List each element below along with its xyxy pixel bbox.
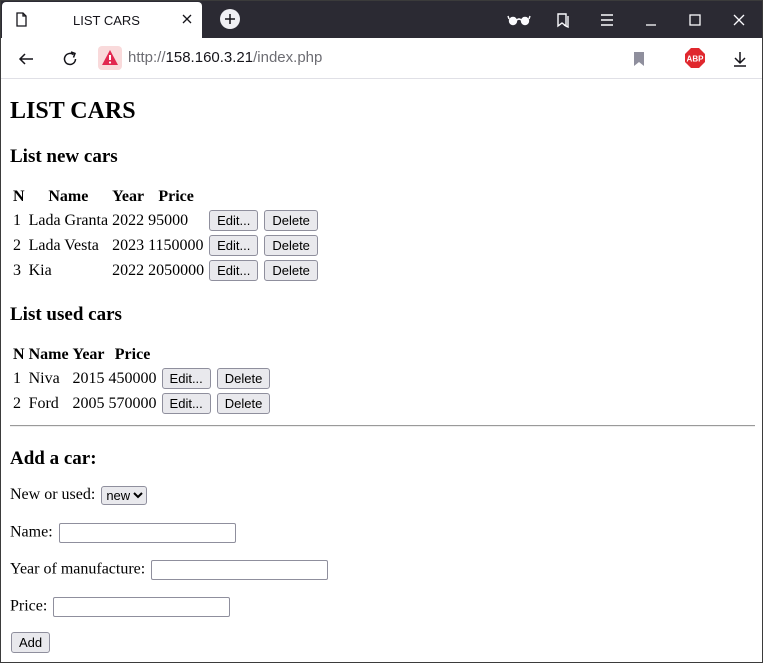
reload-icon[interactable] (61, 50, 79, 68)
new-or-used-row: New or used: new (10, 486, 148, 505)
tab-bar: LIST CARS (1, 1, 762, 38)
delete-button[interactable]: Delete (264, 260, 318, 281)
row-number: 3 (13, 261, 21, 279)
car-name: Ford (28, 394, 59, 412)
used-cars-heading: List used cars (10, 304, 122, 325)
new-tab-button[interactable] (220, 9, 240, 29)
used-cars-table: N Name Year Price 1 Niva 2015 450000 Edi… (10, 343, 274, 417)
car-name: Kia (28, 261, 52, 279)
delete-button[interactable]: Delete (264, 235, 318, 256)
table-row: 3 Kia 2022 2050000 Edit... Delete (12, 259, 320, 282)
page-icon (16, 12, 27, 27)
edit-button[interactable]: Edit... (209, 235, 259, 256)
url-path: /index.php (253, 49, 323, 66)
close-tab-icon[interactable] (179, 11, 195, 27)
row-number: 1 (13, 369, 21, 387)
car-price: 570000 (108, 394, 157, 412)
table-row: 2 Ford 2005 570000 Edit... Delete (12, 392, 272, 415)
row-number: 2 (13, 394, 21, 412)
row-actions: Edit... Delete (207, 234, 320, 257)
new-or-used-select[interactable]: new (101, 486, 148, 505)
name-input[interactable] (58, 523, 236, 543)
edit-button[interactable]: Edit... (209, 260, 259, 281)
column-header-name: Name (28, 346, 69, 363)
table-header-row: N Name Year Price (12, 345, 272, 365)
table-row: 1 Niva 2015 450000 Edit... Delete (12, 367, 272, 390)
column-header-price: Price (114, 346, 151, 363)
name-label: Name: (10, 523, 53, 541)
row-number: 2 (13, 236, 21, 254)
table-row: 2 Lada Vesta 2023 1150000 Edit... Delete (12, 234, 320, 257)
submit-row: Add (10, 632, 51, 653)
browser-window: LIST CARS http://158.160.3.21/index.php … (0, 0, 763, 663)
warning-triangle-icon (102, 50, 118, 65)
price-label: Price: (10, 597, 48, 615)
reader-glasses-icon[interactable] (507, 11, 531, 29)
car-year: 2005 (72, 394, 105, 412)
plus-icon (225, 14, 235, 24)
menu-icon[interactable] (598, 11, 616, 29)
price-row: Price: (10, 597, 231, 617)
column-header-n: N (13, 188, 25, 205)
add-button[interactable]: Add (11, 632, 51, 653)
table-header-row: N Name Year Price (12, 187, 320, 207)
row-actions: Edit... Delete (160, 367, 273, 390)
car-name: Lada Granta (28, 211, 109, 229)
download-icon[interactable] (731, 50, 749, 68)
car-year: 2015 (72, 369, 105, 387)
year-row: Year of manufacture: (10, 560, 329, 580)
url-scheme: http:// (128, 49, 166, 66)
row-actions: Edit... Delete (207, 209, 320, 232)
svg-text:ABP: ABP (687, 55, 705, 64)
column-header-year: Year (112, 188, 145, 205)
delete-button[interactable]: Delete (216, 368, 271, 389)
edit-button[interactable]: Edit... (161, 393, 211, 414)
car-name: Niva (28, 369, 60, 387)
bookmark-icon[interactable] (630, 50, 648, 68)
close-window-icon[interactable] (730, 11, 748, 29)
row-actions: Edit... Delete (207, 259, 320, 282)
year-label: Year of manufacture: (10, 560, 146, 578)
car-year: 2022 (112, 261, 145, 279)
tab-list-cars[interactable]: LIST CARS (2, 2, 202, 38)
insecure-connection-icon[interactable] (98, 46, 122, 70)
car-price: 95000 (148, 211, 189, 229)
add-car-heading: Add a car: (10, 448, 97, 469)
edit-button[interactable]: Edit... (161, 368, 211, 389)
column-header-name: Name (48, 188, 89, 205)
page-title: LIST CARS (10, 98, 136, 124)
maximize-icon[interactable] (686, 11, 704, 29)
new-or-used-label: New or used: (10, 486, 96, 504)
column-header-year: Year (72, 346, 105, 363)
new-cars-table: N Name Year Price 1 Lada Granta 2022 950… (10, 185, 322, 284)
delete-button[interactable]: Delete (264, 210, 318, 231)
year-input[interactable] (151, 560, 329, 580)
car-price: 1150000 (148, 236, 204, 254)
name-row: Name: (10, 523, 236, 543)
row-number: 1 (13, 211, 21, 229)
minimize-icon[interactable] (642, 11, 660, 29)
back-arrow-icon[interactable] (17, 50, 35, 68)
navigation-bar: http://158.160.3.21/index.php ABP (1, 38, 762, 79)
column-header-n: N (13, 346, 25, 363)
row-actions: Edit... Delete (160, 392, 273, 415)
tab-title: LIST CARS (73, 13, 140, 28)
car-name: Lada Vesta (28, 236, 99, 254)
adblock-plus-icon[interactable]: ABP (684, 47, 706, 69)
car-price: 450000 (108, 369, 157, 387)
new-cars-heading: List new cars (10, 146, 118, 167)
section-divider (10, 425, 755, 427)
edit-button[interactable]: Edit... (209, 210, 259, 231)
car-price: 2050000 (148, 261, 205, 279)
table-row: 1 Lada Granta 2022 95000 Edit... Delete (12, 209, 320, 232)
tab-history-icon[interactable] (554, 11, 572, 29)
car-year: 2023 (112, 236, 145, 254)
delete-button[interactable]: Delete (216, 393, 271, 414)
column-header-price: Price (158, 188, 194, 205)
price-input[interactable] (53, 597, 231, 617)
car-year: 2022 (112, 211, 145, 229)
address-bar[interactable]: http://158.160.3.21/index.php (128, 49, 322, 66)
url-host: 158.160.3.21 (165, 49, 254, 66)
